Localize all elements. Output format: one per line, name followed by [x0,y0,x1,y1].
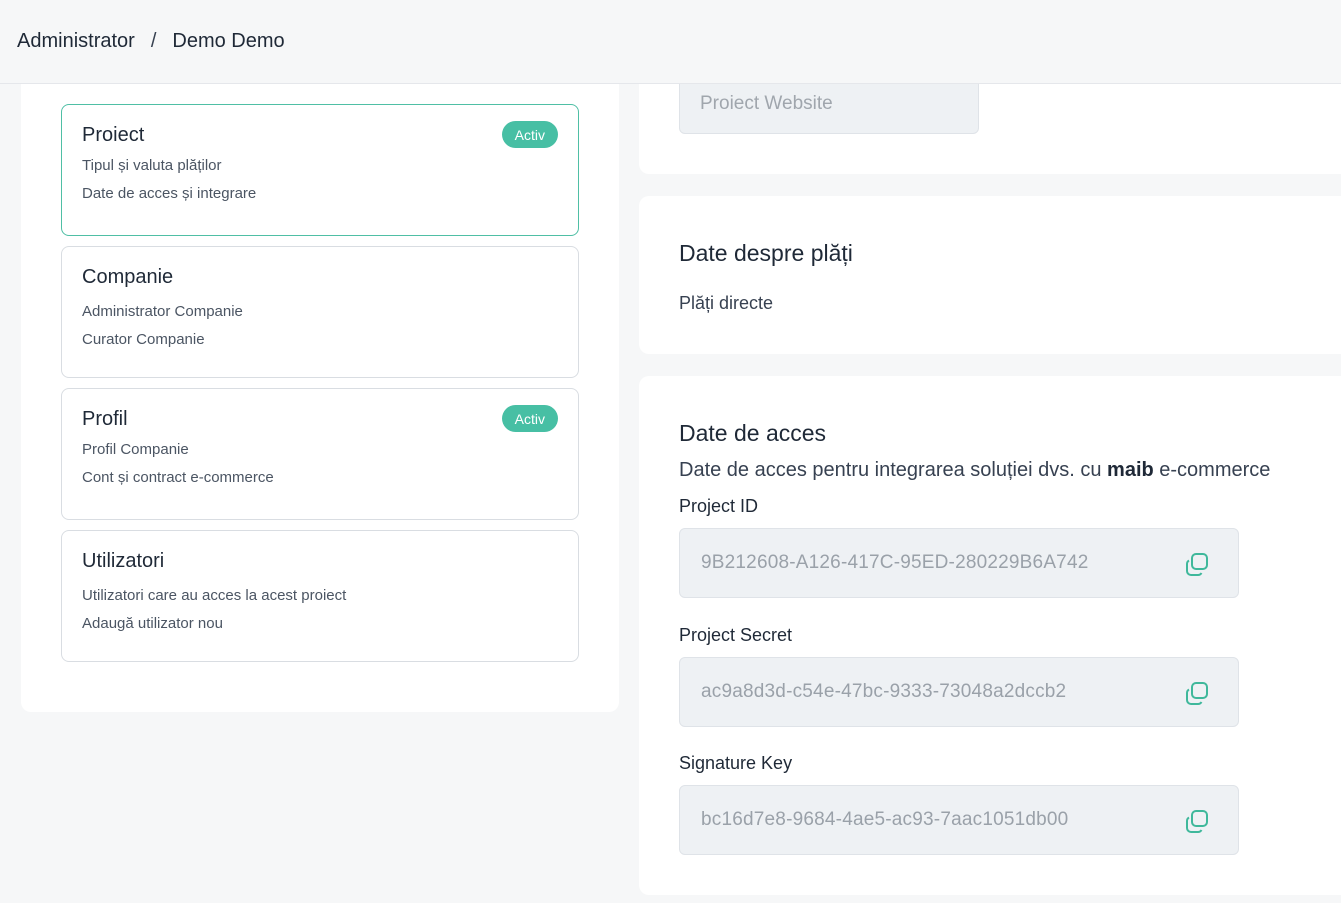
copy-icon[interactable] [1184,809,1210,835]
project-id-field[interactable]: 9B212608-A126-417C-95ED-280229B6A742 [679,528,1239,598]
breadcrumb: Administrator / Demo Demo [0,0,1341,84]
signature-key-field[interactable]: bc16d7e8-9684-4ae5-ac93-7aac1051db00 [679,785,1239,855]
status-badge: Activ [501,121,558,148]
nav-card-line: Cont și contract e-commerce [82,469,274,486]
signature-key-value: bc16d7e8-9684-4ae5-ac93-7aac1051db00 [701,809,1069,830]
copy-icon[interactable] [1184,552,1210,578]
nav-card-line: Utilizatori care au acces la acest proie… [82,587,347,604]
access-subtitle-text: Date de acces pentru integrarea soluției… [679,459,1108,481]
nav-card-title: Utilizatori [82,550,165,572]
nav-card-title: Proiect [82,124,145,146]
nav-card-title: Companie [82,266,174,288]
payments-section: Date despre plăți Plăți directe [639,196,1341,354]
nav-card-utilizatori[interactable]: Utilizatori Utilizatori care au acces la… [61,530,579,662]
access-subtitle: Date de acces pentru integrarea soluției… [679,459,1270,482]
project-secret-label: Project Secret [679,625,793,645]
access-subtitle-text: e-commerce [1153,459,1271,481]
nav-card-profil[interactable]: Profil Activ Profil Companie Cont și con… [61,388,579,520]
access-title: Date de acces [679,420,827,446]
nav-card-proiect[interactable]: Proiect Activ Tipul și valuta plăților D… [61,104,579,236]
website-section: Proiect Website [639,74,1341,174]
project-id-value: 9B212608-A126-417C-95ED-280229B6A742 [701,552,1089,573]
signature-key-label: Signature Key [679,753,793,773]
nav-card-line: Tipul și valuta plăților [82,157,222,174]
nav-card-companie[interactable]: Companie Administrator Companie Curator … [61,246,579,378]
payments-title: Date despre plăți [679,240,853,266]
project-secret-field[interactable]: ac9a8d3d-c54e-47bc-9333-73048a2dccb2 [679,657,1239,727]
nav-card-line: Date de acces și integrare [82,185,257,202]
project-secret-value: ac9a8d3d-c54e-47bc-9333-73048a2dccb2 [701,681,1067,702]
payments-type: Plăți directe [679,293,774,313]
nav-card-line: Curator Companie [82,331,205,348]
brand-name: maib [1107,459,1154,481]
nav-card-line: Adaugă utilizator nou [82,615,223,632]
copy-icon[interactable] [1184,681,1210,707]
breadcrumb-current: Demo Demo [172,30,285,52]
breadcrumb-separator: / [150,30,157,52]
status-badge: Activ [501,405,558,432]
breadcrumb-root[interactable]: Administrator [17,30,135,53]
project-id-label: Project ID [679,496,759,516]
access-section: Date de acces Date de acces pentru integ… [639,376,1341,895]
project-nav-panel: Proiect Activ Tipul și valuta plăților D… [21,84,619,712]
nav-card-line: Profil Companie [82,441,189,458]
nav-card-title: Profil [82,408,128,430]
nav-card-line: Administrator Companie [82,303,243,320]
